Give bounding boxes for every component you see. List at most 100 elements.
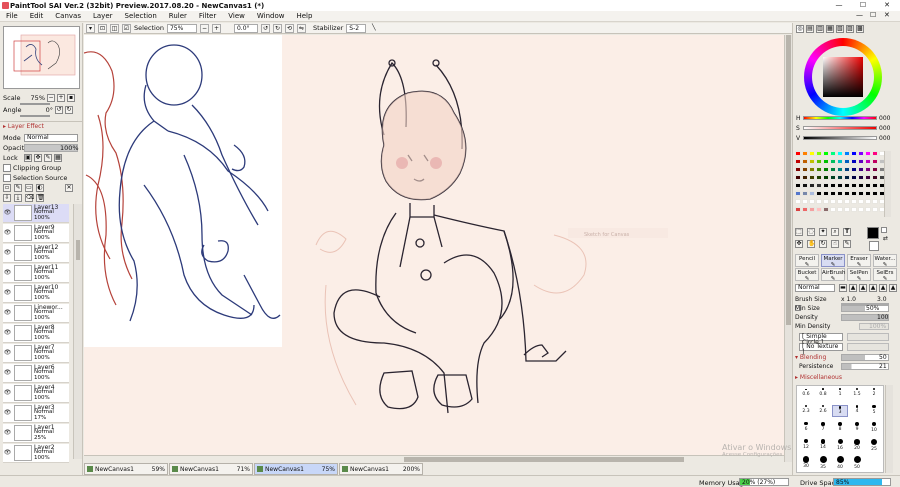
invert-selection-icon[interactable]: ◫ xyxy=(110,23,119,33)
color-swatch[interactable] xyxy=(823,183,829,188)
color-swatch[interactable] xyxy=(809,175,815,180)
new-folder-icon[interactable]: ▭ xyxy=(25,184,33,192)
brush-size-preset[interactable]: 10 xyxy=(866,422,882,434)
shape-soft-icon[interactable]: ▲ xyxy=(859,284,867,292)
color-swatch[interactable] xyxy=(809,183,815,188)
color-swatch[interactable] xyxy=(858,207,864,212)
color-swatch[interactable] xyxy=(858,175,864,180)
color-swatch[interactable] xyxy=(837,167,843,172)
menu-minimize-button[interactable]: — xyxy=(856,11,863,19)
brush-size-preset[interactable]: 16 xyxy=(832,439,848,451)
magic-wand-icon[interactable]: ✦ xyxy=(819,228,827,236)
color-swatch[interactable] xyxy=(823,191,829,196)
minimize-button[interactable]: — xyxy=(827,0,851,11)
shape-sharp-icon[interactable]: ▲ xyxy=(889,284,897,292)
visibility-eye-icon[interactable]: 👁 xyxy=(3,424,12,442)
layer-row[interactable]: 👁 Layer13 Normal 100% xyxy=(3,204,69,223)
brush-size-preset[interactable]: 50 xyxy=(849,456,865,469)
color-swatch[interactable] xyxy=(795,191,801,196)
color-swatch[interactable] xyxy=(851,191,857,196)
color-swatch[interactable] xyxy=(851,159,857,164)
visibility-eye-icon[interactable]: 👁 xyxy=(3,324,12,342)
visibility-eye-icon[interactable]: 👁 xyxy=(3,364,12,382)
menu-file[interactable]: File xyxy=(6,12,18,20)
menu-window[interactable]: Window xyxy=(257,12,285,20)
hsv-slider[interactable] xyxy=(803,126,877,130)
visibility-eye-icon[interactable]: 👁 xyxy=(3,204,12,222)
color-swatch[interactable] xyxy=(865,151,871,156)
visibility-eye-icon[interactable]: 👁 xyxy=(3,244,12,262)
brush-tool-button[interactable]: Marker ✎ xyxy=(821,254,845,268)
zoom-in-button[interactable]: + xyxy=(57,94,65,102)
color-swatch[interactable] xyxy=(844,191,850,196)
brush-size-preset[interactable]: 4 xyxy=(849,405,865,417)
hsv-slider[interactable] xyxy=(803,136,877,140)
color-swatch[interactable] xyxy=(865,207,871,212)
layer-list-scroll-thumb[interactable] xyxy=(76,240,80,260)
brush-size-scrollbar[interactable] xyxy=(885,385,893,473)
palette-tab-icon[interactable]: ▨ xyxy=(846,25,854,33)
color-swatch[interactable] xyxy=(865,191,871,196)
brush-mode-select[interactable]: Normal xyxy=(795,284,835,292)
canvas-tab[interactable]: NewCanvas1 75% xyxy=(254,463,338,475)
color-swatch[interactable] xyxy=(809,167,815,172)
color-swatch[interactable] xyxy=(816,183,822,188)
color-swatch[interactable] xyxy=(809,199,815,204)
color-swatch[interactable] xyxy=(872,207,878,212)
color-swatch[interactable] xyxy=(802,191,808,196)
visibility-eye-icon[interactable]: 👁 xyxy=(3,384,12,402)
brush-size-preset[interactable]: 40 xyxy=(832,456,848,469)
toolbar-zoom-out-icon[interactable]: − xyxy=(199,23,209,33)
color-swatch[interactable] xyxy=(830,183,836,188)
color-swatch[interactable] xyxy=(795,151,801,156)
rgb-slider-tab-icon[interactable]: ▤ xyxy=(806,25,814,33)
color-swatch[interactable] xyxy=(872,175,878,180)
layer-row[interactable]: 👁 Layer9 Normal 100% xyxy=(3,224,69,243)
rotate-ccw-icon[interactable]: ↺ xyxy=(260,23,270,33)
color-swatch[interactable] xyxy=(844,199,850,204)
brush-tool-button[interactable]: SelPen ✎ xyxy=(847,268,871,282)
stabilizer-select[interactable]: S-2 xyxy=(346,23,367,33)
color-swatch[interactable] xyxy=(837,159,843,164)
new-layer-icon[interactable]: ▫ xyxy=(3,184,11,192)
color-swatch[interactable] xyxy=(802,199,808,204)
brush-size-preset[interactable]: 6 xyxy=(798,422,814,434)
color-swatch[interactable] xyxy=(795,207,801,212)
brush-size-preset[interactable]: 30 xyxy=(798,456,814,469)
color-swatch[interactable] xyxy=(858,167,864,172)
color-swatch[interactable] xyxy=(809,191,815,196)
lasso-icon[interactable]: ◌ xyxy=(807,228,815,236)
canvas-tab[interactable]: NewCanvas1 200% xyxy=(339,463,423,475)
transfer-down-icon[interactable]: ⇩ xyxy=(3,194,11,202)
brush-shape-select[interactable]: [ Simple Circle ] xyxy=(799,333,843,346)
brush-size-preset[interactable]: 2 xyxy=(866,388,882,400)
canvas-tab[interactable]: NewCanvas1 71% xyxy=(169,463,253,475)
color-swatch[interactable] xyxy=(823,207,829,212)
color-swatch[interactable] xyxy=(865,183,871,188)
layer-row[interactable]: 👁 Layer11 Normal 100% xyxy=(3,264,69,283)
color-swatch[interactable] xyxy=(865,175,871,180)
toolbar-zoom-in-icon[interactable]: + xyxy=(211,23,221,33)
color-swatch[interactable] xyxy=(830,151,836,156)
drawing-canvas[interactable]: Sketch for Canvas xyxy=(83,35,784,462)
maximize-button[interactable]: ☐ xyxy=(851,0,875,11)
color-swatch[interactable] xyxy=(823,167,829,172)
angle-slider[interactable] xyxy=(20,115,50,117)
shape-round-icon[interactable]: ▲ xyxy=(849,284,857,292)
brush-size-mult[interactable]: x 1.0 xyxy=(841,296,856,303)
brush-tool-button[interactable]: AirBrush ✎ xyxy=(821,268,845,282)
menu-filter[interactable]: Filter xyxy=(199,12,216,20)
color-swatch[interactable] xyxy=(844,183,850,188)
visibility-eye-icon[interactable]: 👁 xyxy=(3,344,12,362)
color-swatch[interactable] xyxy=(844,167,850,172)
color-swatch[interactable] xyxy=(823,199,829,204)
rotate-left-button[interactable]: ↺ xyxy=(55,106,63,114)
color-swatch[interactable] xyxy=(816,207,822,212)
color-swatch[interactable] xyxy=(816,175,822,180)
layer-mask-icon[interactable]: ◐ xyxy=(36,184,44,192)
brush-size-preset[interactable]: 14 xyxy=(815,439,831,451)
menu-canvas[interactable]: Canvas xyxy=(55,12,81,20)
brush-texture-select[interactable]: [ No Texture ] xyxy=(799,343,843,356)
blend-mode-select[interactable]: Normal xyxy=(24,134,78,142)
brush-size-preset[interactable]: 5 xyxy=(866,405,882,417)
